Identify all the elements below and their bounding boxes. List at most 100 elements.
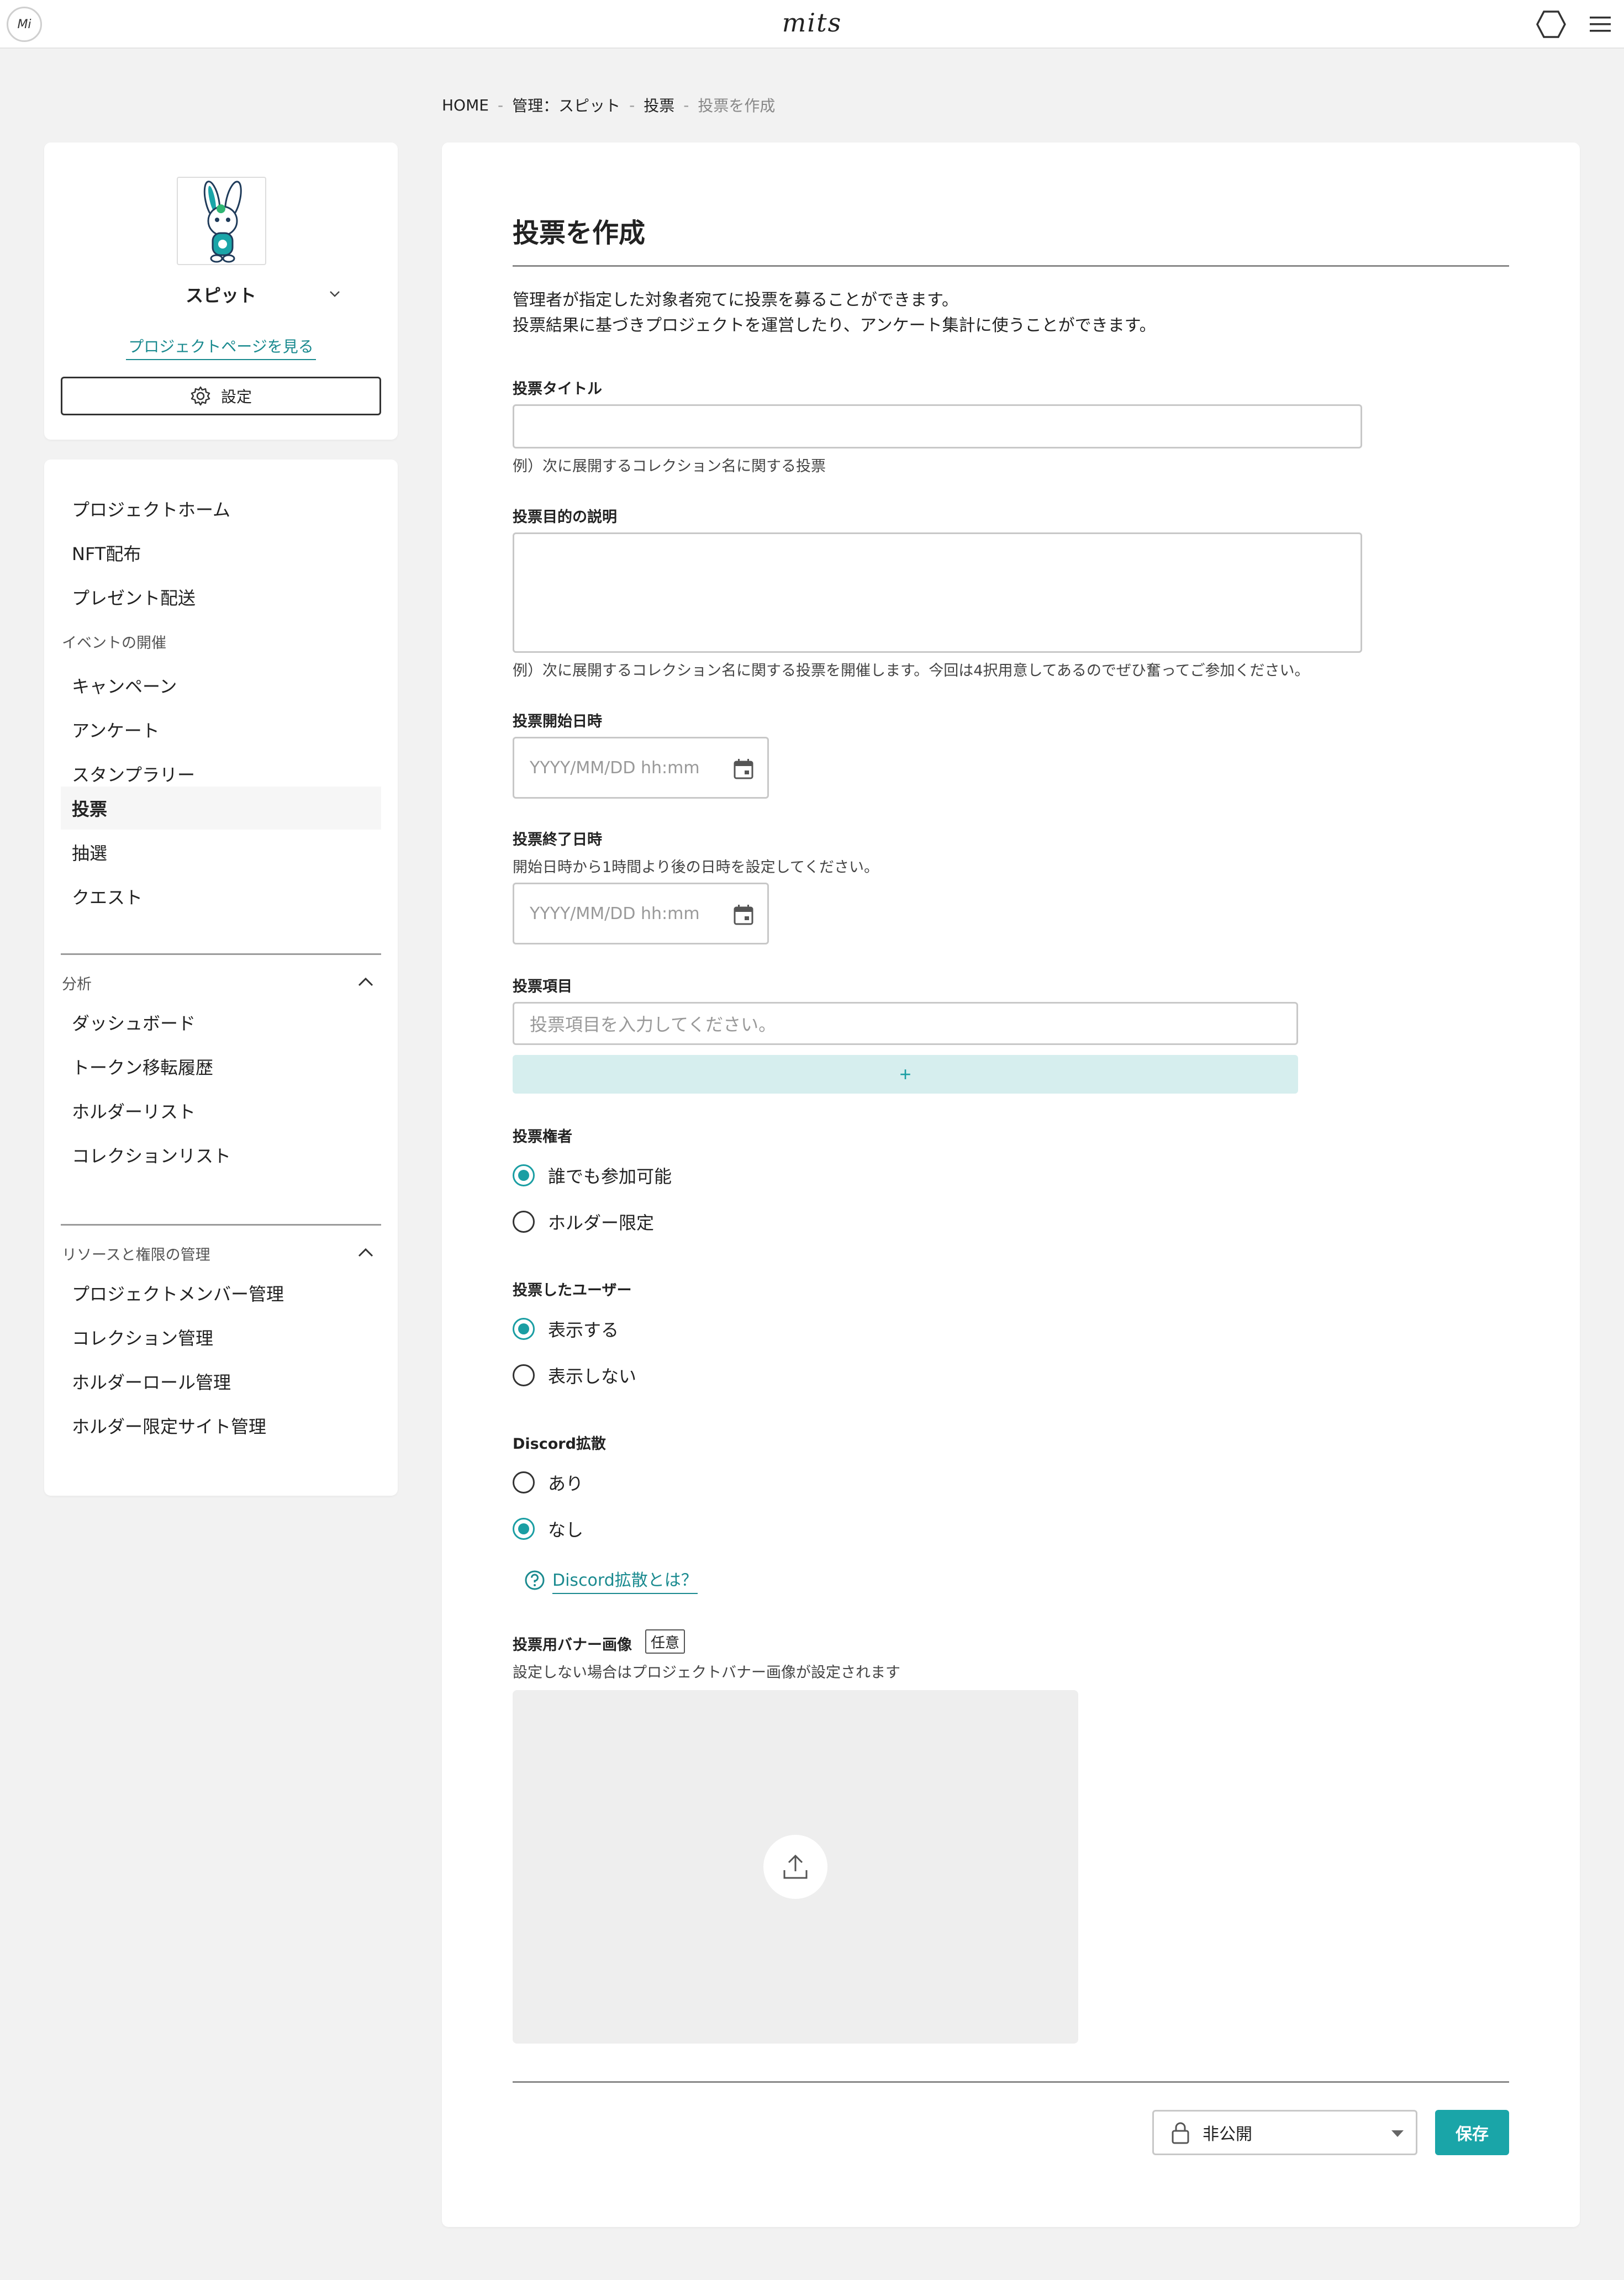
radio-button[interactable] <box>513 1364 535 1386</box>
description-line-1: 管理者が指定した対象者宛てに投票を募ることができます。 <box>513 291 958 310</box>
eligibility-option-holders[interactable]: ホルダー限定 <box>513 1208 654 1235</box>
upload-button[interactable] <box>763 1835 827 1899</box>
sidebar-item-member-management[interactable]: プロジェクトメンバー管理 <box>61 1271 381 1315</box>
plus-icon: + <box>899 1063 911 1085</box>
settings-button[interactable]: 設定 <box>61 377 381 415</box>
start-datetime-input[interactable]: YYYY/MM/DD hh:mm <box>513 737 769 799</box>
vote-title-hint: 例）次に展開するコレクション名に関する投票 <box>513 458 826 475</box>
add-vote-item-button[interactable]: + <box>513 1055 1298 1094</box>
brand-logo[interactable]: mits <box>773 8 851 41</box>
banner-label: 投票用バナー画像 <box>513 1637 632 1654</box>
radio-button-checked[interactable] <box>513 1518 535 1540</box>
top-header: Mi mits <box>0 0 1624 49</box>
section-divider <box>61 1224 381 1226</box>
sidebar-item-survey[interactable]: アンケート <box>61 708 381 751</box>
calendar-icon[interactable] <box>732 757 755 780</box>
sidebar-item-dashboard[interactable]: ダッシュボード <box>61 1001 381 1044</box>
save-button[interactable]: 保存 <box>1435 2110 1509 2155</box>
sidebar-item-token-transfer-history[interactable]: トークン移転履歴 <box>61 1045 381 1088</box>
sidebar-item-present-delivery[interactable]: プレゼント配送 <box>61 576 381 619</box>
breadcrumb-separator: - <box>497 96 504 114</box>
chevron-down-icon[interactable] <box>326 285 344 303</box>
discord-help-link[interactable]: Discord拡散とは？ <box>524 1566 698 1594</box>
start-datetime-label: 投票開始日時 <box>513 713 602 730</box>
sidebar-item-lottery[interactable]: 抽選 <box>61 831 381 874</box>
visibility-select[interactable]: 非公開 <box>1152 2110 1417 2155</box>
banner-image-dropzone[interactable] <box>513 1690 1078 2044</box>
visibility-value: 非公開 <box>1203 2125 1252 2144</box>
end-datetime-label: 投票終了日時 <box>513 831 602 848</box>
chevron-up-icon[interactable] <box>355 1242 377 1264</box>
discord-option-label: あり <box>548 1473 584 1494</box>
breadcrumb-separator: - <box>683 96 689 114</box>
chevron-up-icon[interactable] <box>355 971 377 993</box>
sidebar-item-nft-distribution[interactable]: NFT配布 <box>61 531 381 574</box>
breadcrumb-home[interactable]: HOME <box>442 96 489 114</box>
radio-button[interactable] <box>513 1471 535 1493</box>
breadcrumb-current: 投票を作成 <box>698 97 776 115</box>
eligibility-option-anyone[interactable]: 誰でも参加可能 <box>513 1162 672 1189</box>
title-divider <box>513 265 1509 267</box>
discord-option-no[interactable]: なし <box>513 1516 583 1542</box>
radio-button-checked[interactable] <box>513 1318 535 1340</box>
sidebar-item-vote[interactable]: 投票 <box>61 787 381 830</box>
sidebar-navigation: プロジェクトホーム NFT配布 プレゼント配送 イベントの開催 キャンペーン ア… <box>44 460 398 1496</box>
section-divider <box>61 953 381 955</box>
project-profile-card: スピット プロジェクトページを見る 設定 <box>44 142 398 440</box>
lock-icon <box>1172 2122 1189 2144</box>
sidebar-item-holder-role-management[interactable]: ホルダーロール管理 <box>61 1360 381 1403</box>
discord-help-text: Discord拡散とは？ <box>552 1566 698 1594</box>
calendar-icon[interactable] <box>732 903 755 926</box>
purpose-hint: 例）次に展開するコレクション名に関する投票を開催します。今回は4択用意してあるの… <box>513 662 1310 679</box>
vote-item-input[interactable]: 投票項目を入力してください。 <box>513 1002 1298 1045</box>
logo-icon[interactable]: Mi <box>7 7 42 42</box>
project-avatar <box>177 177 266 265</box>
radio-button[interactable] <box>513 1211 535 1233</box>
project-page-link[interactable]: プロジェクトページを見る <box>126 335 316 360</box>
dropdown-caret-icon <box>1391 2130 1404 2137</box>
sidebar-item-holder-list[interactable]: ホルダーリスト <box>61 1089 381 1132</box>
breadcrumb-vote[interactable]: 投票 <box>644 94 674 116</box>
section-label-analysis[interactable]: 分析 <box>62 972 92 994</box>
sidebar-item-collection-management[interactable]: コレクション管理 <box>61 1316 381 1359</box>
logo-text: Mi <box>17 17 31 31</box>
gear-icon <box>191 386 210 406</box>
upload-icon <box>783 1854 808 1879</box>
voters-option-label: 表示する <box>548 1320 619 1340</box>
end-datetime-hint: 開始日時から1時間より後の日時を設定してください。 <box>513 859 879 876</box>
eligibility-label: 投票権者 <box>513 1128 572 1146</box>
project-name[interactable]: スピット <box>44 282 398 307</box>
sidebar-item-holder-site-management[interactable]: ホルダー限定サイト管理 <box>61 1404 381 1447</box>
voters-option-hide[interactable]: 表示しない <box>513 1362 636 1389</box>
purpose-label: 投票目的の説明 <box>513 509 617 526</box>
footer-divider <box>513 2081 1509 2083</box>
optional-badge: 任意 <box>645 1629 686 1654</box>
voters-option-show[interactable]: 表示する <box>513 1316 619 1342</box>
banner-hint: 設定しない場合はプロジェクトバナー画像が設定されます <box>513 1664 900 1681</box>
sidebar-item-quest[interactable]: クエスト <box>61 875 381 918</box>
purpose-textarea[interactable] <box>513 532 1362 653</box>
eligibility-option-label: ホルダー限定 <box>548 1212 655 1233</box>
vote-create-form: 投票を作成 管理者が指定した対象者宛てに投票を募ることができます。 投票結果に基… <box>442 142 1580 2227</box>
breadcrumb-separator: - <box>629 96 635 114</box>
radio-button-checked[interactable] <box>513 1164 535 1186</box>
breadcrumb-admin[interactable]: 管理：スピット <box>512 94 620 116</box>
end-datetime-input[interactable]: YYYY/MM/DD hh:mm <box>513 883 769 944</box>
page-title: 投票を作成 <box>513 218 646 249</box>
discord-option-yes[interactable]: あり <box>513 1469 583 1496</box>
rabbit-mascot-icon <box>203 181 242 263</box>
voters-option-label: 表示しない <box>548 1366 637 1387</box>
eligibility-option-label: 誰でも参加可能 <box>548 1166 672 1187</box>
hexagon-icon[interactable] <box>1536 10 1567 39</box>
vote-title-input[interactable] <box>513 404 1362 448</box>
discord-option-label: なし <box>548 1519 584 1540</box>
vote-title-label: 投票タイトル <box>513 381 602 398</box>
sidebar-item-project-home[interactable]: プロジェクトホーム <box>61 487 381 530</box>
section-label-resources[interactable]: リソースと権限の管理 <box>62 1243 210 1264</box>
settings-label: 設定 <box>220 388 252 406</box>
end-datetime-placeholder: YYYY/MM/DD hh:mm <box>530 904 700 923</box>
sidebar-item-collection-list[interactable]: コレクションリスト <box>61 1133 381 1176</box>
question-circle-icon <box>525 1570 545 1590</box>
hamburger-menu-icon[interactable] <box>1589 15 1612 33</box>
sidebar-item-campaign[interactable]: キャンペーン <box>61 664 381 707</box>
